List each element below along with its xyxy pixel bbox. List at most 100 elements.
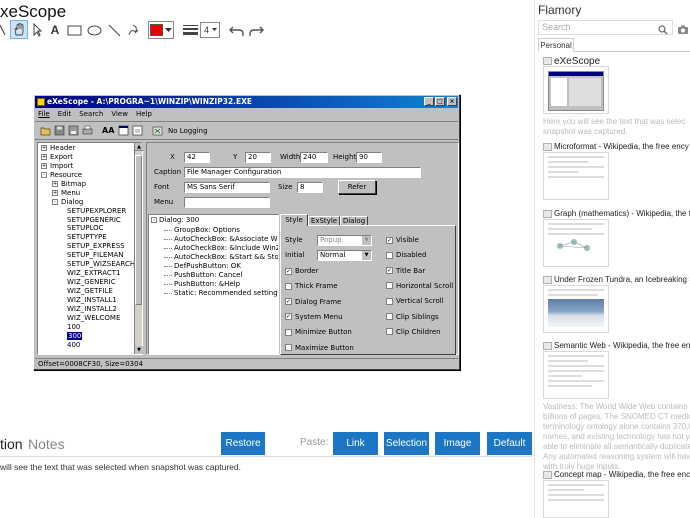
- tab-style[interactable]: Style: [280, 214, 308, 226]
- checkbox-empty-icon[interactable]: [285, 328, 292, 336]
- paste-link-button[interactable]: Link: [333, 432, 378, 455]
- tree-item[interactable]: WIZ_GENERIC: [39, 278, 135, 287]
- style-option-checkbox[interactable]: Thick Frame: [285, 281, 338, 291]
- tab-notes[interactable]: Notes: [28, 436, 65, 452]
- sidebar-item-thumbnail[interactable]: [543, 285, 609, 333]
- style-option-checkbox[interactable]: Clip Siblings: [386, 312, 439, 322]
- redo-icon[interactable]: [248, 22, 264, 38]
- style-option-checkbox[interactable]: ✓ Title Bar: [386, 266, 425, 276]
- control-item[interactable]: AutoCheckBox: &Associate Wi: [164, 235, 278, 244]
- checkbox-empty-icon[interactable]: [386, 328, 393, 336]
- camera-icon[interactable]: [677, 22, 689, 34]
- open-icon[interactable]: [40, 125, 51, 136]
- tree-item[interactable]: - Dialog: [39, 198, 135, 207]
- tree-item[interactable]: SETUPLOC: [39, 224, 135, 233]
- scroll-up-icon[interactable]: ▲: [135, 143, 143, 151]
- save-as-icon[interactable]: [68, 125, 79, 136]
- tree-item[interactable]: + Header: [39, 144, 135, 153]
- sidebar-item-title[interactable]: Under Frozen Tundra, an Icebreaking Sh: [554, 275, 690, 284]
- style-option-checkbox[interactable]: Horizontal Scroll: [386, 281, 453, 291]
- tree-item[interactable]: 400: [39, 341, 135, 350]
- menu-search[interactable]: Search: [79, 110, 103, 120]
- control-item[interactable]: Static: Recommended setting f: [164, 289, 278, 298]
- checkbox-checked-icon[interactable]: ✓: [285, 298, 292, 306]
- tree-item[interactable]: + Menu: [39, 189, 135, 198]
- sidebar-item-thumbnail[interactable]: [543, 351, 609, 399]
- checkbox-checked-icon[interactable]: ✓: [285, 267, 292, 275]
- checkbox-checked-icon[interactable]: ✓: [386, 236, 393, 244]
- restore-button[interactable]: Restore: [221, 432, 265, 455]
- style-select[interactable]: Popup ▼: [317, 235, 372, 246]
- tree-item[interactable]: + Export: [39, 153, 135, 162]
- arrow-select-icon[interactable]: [31, 22, 43, 38]
- menu-view[interactable]: View: [111, 110, 128, 120]
- menu-field[interactable]: [184, 197, 270, 208]
- sidebar-item-thumbnail[interactable]: [543, 480, 609, 518]
- sidebar-item-title[interactable]: Concept map - Wikipedia, the free ency: [554, 470, 690, 479]
- control-item[interactable]: AutoCheckBox: &Include WinZi: [164, 244, 278, 253]
- line-tool-icon[interactable]: [107, 22, 121, 38]
- font-icon[interactable]: AA: [102, 125, 114, 136]
- expand-icon[interactable]: +: [52, 180, 58, 187]
- initial-select[interactable]: Normal ▼: [317, 250, 372, 261]
- tree-item[interactable]: + Bitmap: [39, 180, 135, 189]
- controls-root[interactable]: - Dialog: 300: [151, 216, 199, 224]
- tree-scrollbar[interactable]: ▲ ▼: [134, 143, 143, 354]
- height-field[interactable]: 90: [356, 152, 382, 163]
- x-field[interactable]: 42: [184, 152, 210, 163]
- resource-tree[interactable]: + Header + Export + Import - Resource + Bitmap + Me…: [37, 142, 143, 355]
- checkbox-empty-icon[interactable]: [285, 282, 292, 290]
- size-field[interactable]: 8: [297, 182, 323, 193]
- paste-default-button[interactable]: Default: [487, 432, 532, 455]
- control-item[interactable]: GroupBox: Options: [164, 226, 278, 235]
- sidebar-search-input[interactable]: Search: [538, 20, 673, 35]
- line-width-select[interactable]: 4: [200, 22, 220, 38]
- save-icon[interactable]: [54, 125, 65, 136]
- sidebar-item-thumbnail[interactable]: [543, 66, 609, 114]
- caption-field[interactable]: File Manager Configuration: [184, 167, 421, 178]
- checkbox-empty-icon[interactable]: [386, 297, 393, 305]
- checkbox-checked-icon[interactable]: ✓: [386, 267, 393, 275]
- style-option-checkbox[interactable]: Minimize Button: [285, 327, 352, 337]
- tree-item[interactable]: WIZ_GETFILE: [39, 287, 135, 296]
- style-option-checkbox[interactable]: ✓ System Menu: [285, 312, 343, 322]
- sidebar-item-thumbnail[interactable]: [543, 219, 609, 267]
- logging-icon[interactable]: [152, 125, 163, 136]
- tree-item[interactable]: - Resource: [39, 171, 135, 180]
- tree-item[interactable]: + Import: [39, 162, 135, 171]
- menu-edit[interactable]: Edit: [58, 110, 72, 120]
- rectangle-tool-icon[interactable]: [66, 22, 82, 38]
- controls-tree[interactable]: - Dialog: 300 GroupBox: Options AutoCheckB…: [148, 214, 279, 355]
- expand-icon[interactable]: +: [41, 162, 47, 169]
- style-option-checkbox[interactable]: Disabled: [386, 250, 426, 260]
- paste-selection-button[interactable]: Selection: [384, 432, 429, 455]
- tab-selection[interactable]: tion: [0, 436, 23, 452]
- text-tool-icon[interactable]: A: [50, 22, 60, 38]
- hand-tool-icon[interactable]: [10, 20, 28, 39]
- window-view-icon[interactable]: [132, 125, 143, 136]
- refer-button[interactable]: Refer: [338, 180, 376, 194]
- control-item[interactable]: PushButton: &Help: [164, 280, 278, 289]
- font-field[interactable]: MS Sans Serif: [184, 182, 270, 193]
- ellipse-tool-icon[interactable]: [86, 22, 102, 38]
- tree-item[interactable]: SETUP_FILEMAN: [39, 251, 135, 260]
- freehand-tool-icon[interactable]: [126, 22, 140, 38]
- checkbox-empty-icon[interactable]: [386, 251, 393, 259]
- tree-item[interactable]: SETUPGENERIC: [39, 216, 135, 225]
- tree-item[interactable]: SETUP_EXPRESS: [39, 242, 135, 251]
- control-item[interactable]: DefPushButton: OK: [164, 262, 278, 271]
- style-option-checkbox[interactable]: Maximize Button: [285, 343, 354, 353]
- tab-personal[interactable]: Personal: [538, 38, 574, 52]
- close-icon[interactable]: ×: [447, 97, 457, 106]
- dialog-icon[interactable]: [118, 125, 129, 136]
- checkbox-empty-icon[interactable]: [386, 313, 393, 320]
- menu-help[interactable]: Help: [136, 110, 152, 120]
- collapse-icon[interactable]: -: [52, 198, 58, 205]
- sidebar-item-title[interactable]: Microformat - Wikipedia, the free ency: [554, 142, 690, 151]
- print-icon[interactable]: [82, 125, 93, 136]
- sidebar-item-title[interactable]: Semantic Web - Wikipedia, the free ency: [554, 341, 690, 350]
- expand-icon[interactable]: +: [41, 145, 47, 151]
- pencil-icon[interactable]: [0, 22, 6, 38]
- color-picker-button[interactable]: [148, 21, 174, 39]
- minimize-icon[interactable]: _: [424, 97, 434, 106]
